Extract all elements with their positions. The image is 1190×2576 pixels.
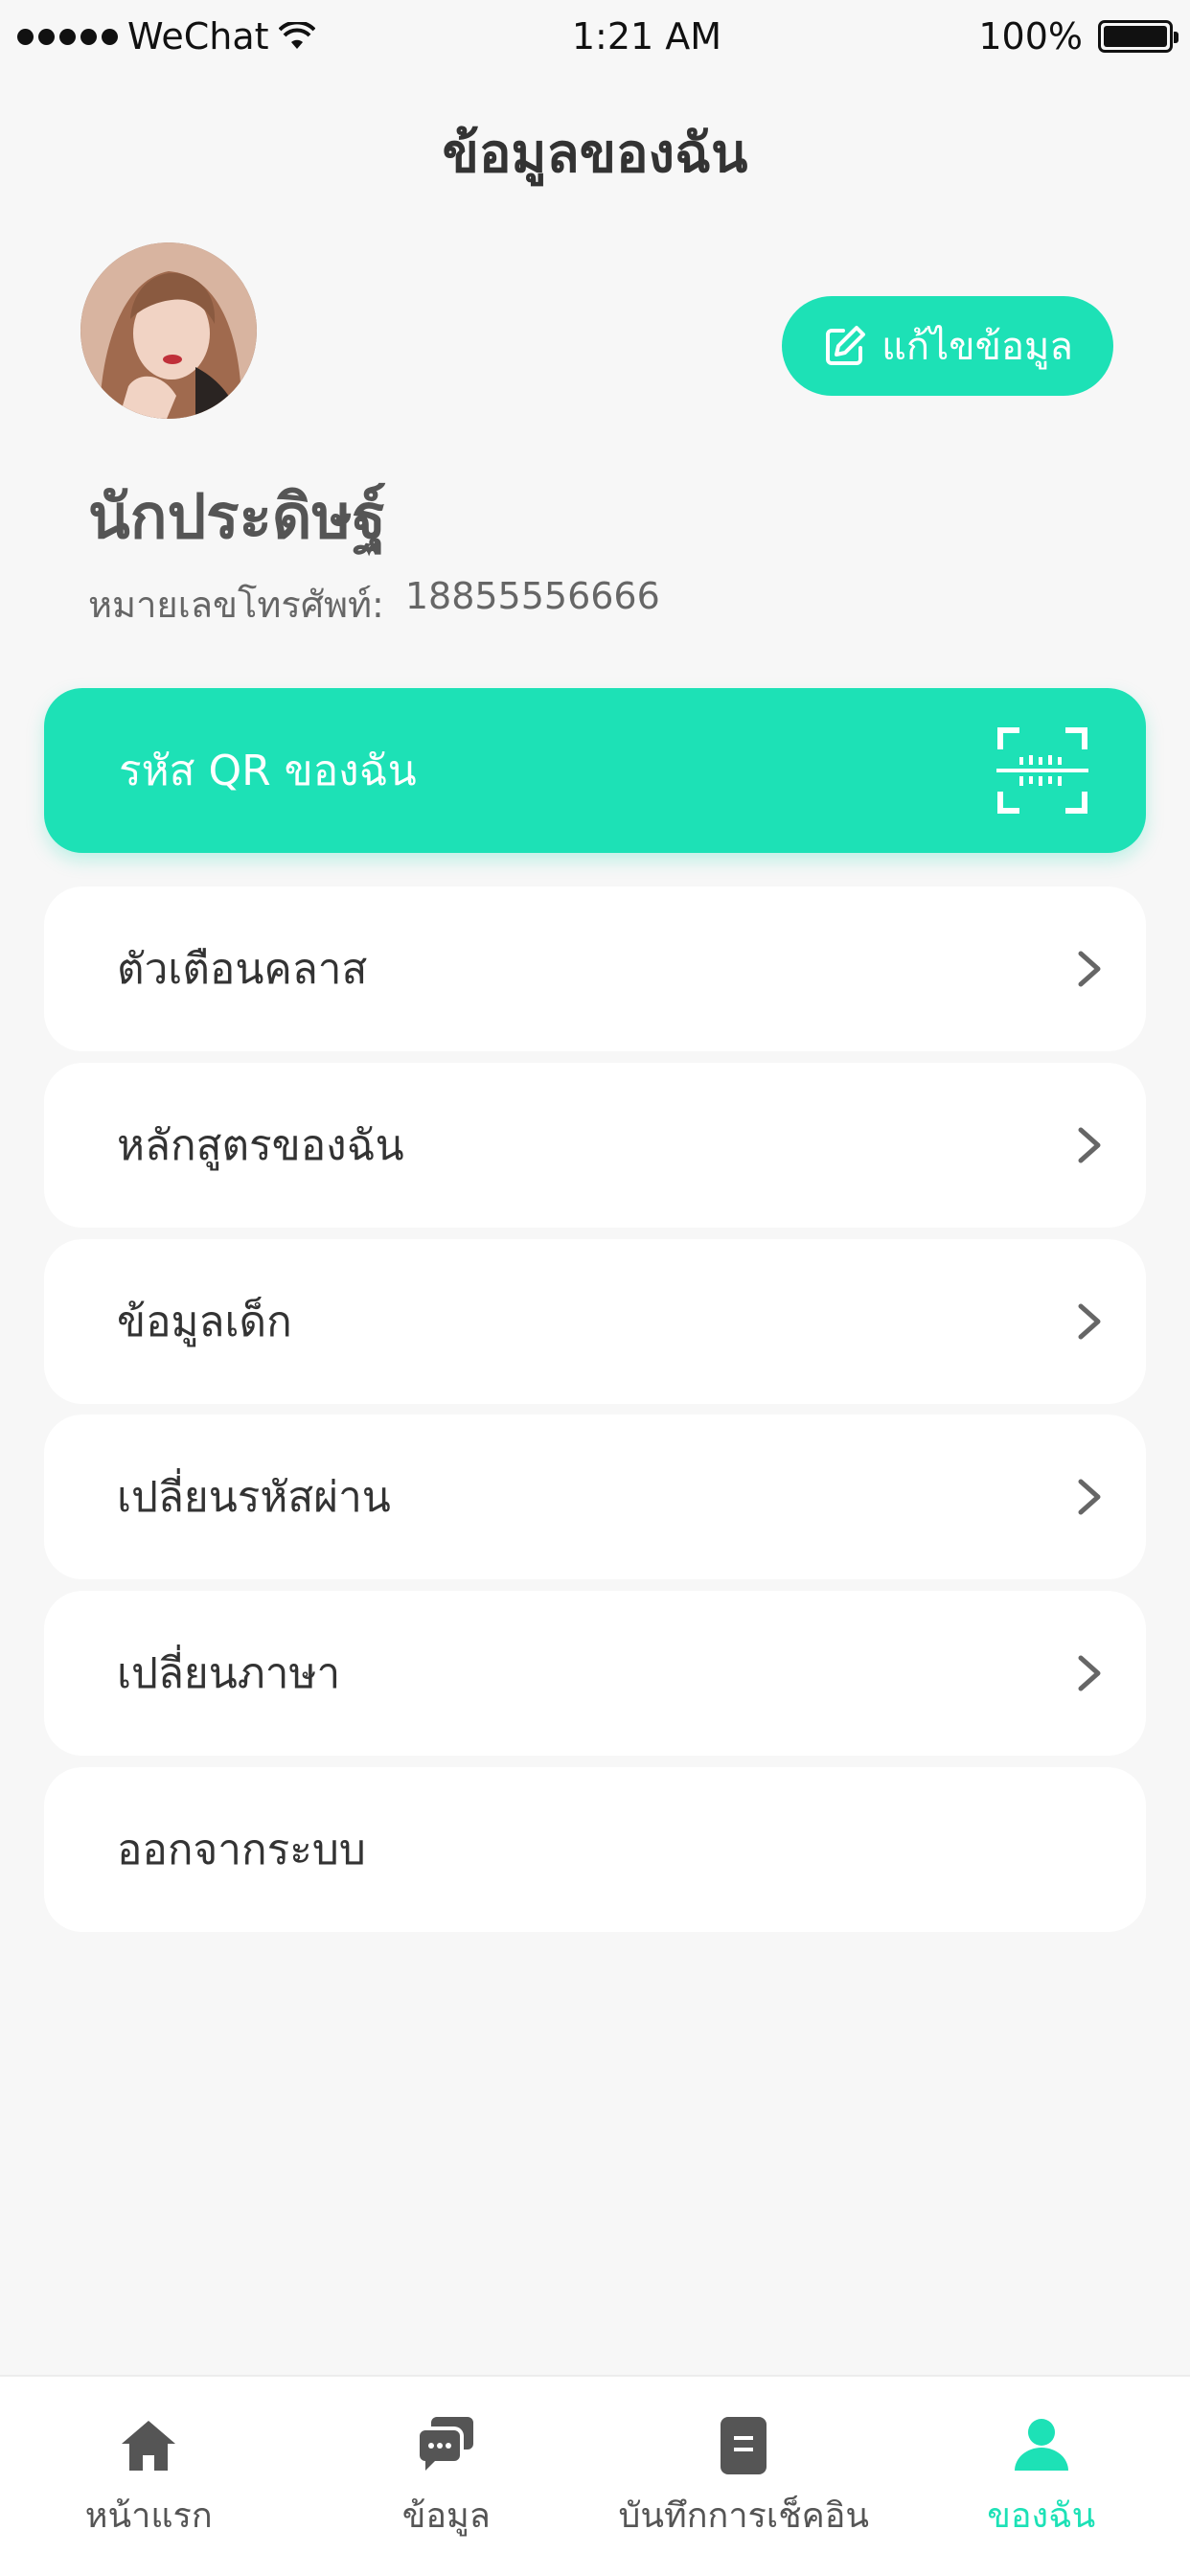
tab-label: ข้อมูล — [401, 2496, 491, 2536]
chevron-right-icon — [1078, 951, 1101, 987]
edit-icon — [826, 326, 866, 365]
avatar-photo-icon — [80, 242, 257, 419]
chat-icon — [419, 2417, 473, 2471]
profile-page: WeChat 1:21 AM 100% ข้อมูลของฉัน แก้ไขข้… — [0, 0, 1190, 2576]
tab-label: บันทึกการเช็คอิน — [618, 2496, 869, 2536]
document-icon — [721, 2417, 767, 2474]
edit-profile-label: แก้ไขข้อมูล — [881, 325, 1073, 369]
wifi-icon — [278, 22, 315, 49]
tab-home[interactable]: หน้าแรก — [0, 2377, 298, 2576]
menu-item-child-info[interactable]: ข้อมูลเด็ก — [44, 1239, 1146, 1404]
page-title: ข้อมูลของฉัน — [442, 123, 748, 185]
menu-item-logout[interactable]: ออกจากระบบ — [44, 1767, 1146, 1932]
menu-item-label: ออกจากระบบ — [117, 1826, 366, 1874]
battery-percent: 100% — [978, 15, 1083, 58]
phone-row: หมายเลขโทรศัพท์: 18855556666 — [88, 575, 660, 633]
home-icon — [122, 2421, 176, 2471]
chevron-right-icon — [1078, 1479, 1101, 1515]
menu-item-change-password[interactable]: เปลี่ยนรหัสผ่าน — [44, 1414, 1146, 1579]
menu-item-label: เปลี่ยนภาษา — [117, 1649, 341, 1698]
tab-info[interactable]: ข้อมูล — [298, 2377, 596, 2576]
menu-item-label: เปลี่ยนรหัสผ่าน — [117, 1473, 391, 1522]
status-time: 1:21 AM — [571, 15, 722, 58]
user-icon — [1014, 2419, 1068, 2471]
chevron-right-icon — [1078, 1655, 1101, 1691]
status-left: WeChat — [17, 15, 315, 58]
edit-profile-button[interactable]: แก้ไขข้อมูล — [782, 296, 1113, 396]
my-qr-code-button[interactable]: รหัส QR ของฉัน — [44, 688, 1146, 853]
carrier-name: WeChat — [127, 15, 269, 58]
status-right: 100% — [978, 15, 1179, 58]
avatar[interactable] — [80, 242, 257, 419]
menu-item-my-courses[interactable]: หลักสูตรของฉัน — [44, 1063, 1146, 1228]
menu-item-label: ข้อมูลเด็ก — [117, 1298, 292, 1346]
menu-item-change-language[interactable]: เปลี่ยนภาษา — [44, 1591, 1146, 1756]
tab-label: ของฉัน — [987, 2496, 1096, 2536]
tab-label: หน้าแรก — [84, 2496, 213, 2536]
qr-scan-icon — [996, 727, 1088, 814]
menu-item-label: ตัวเตือนคลาส — [117, 945, 368, 994]
user-name: นักประดิษฐ์ — [88, 482, 386, 553]
tab-bar: หน้าแรก ข้อมูล บันทึกการเช็คอิน ของฉัน — [0, 2375, 1190, 2576]
tab-checkin-records[interactable]: บันทึกการเช็คอิน — [595, 2377, 893, 2576]
phone-label: หมายเลขโทรศัพท์: — [88, 584, 384, 626]
qr-code-label: รหัส QR ของฉัน — [119, 747, 417, 795]
menu-item-class-reminder[interactable]: ตัวเตือนคลาส — [44, 886, 1146, 1051]
phone-value: 18855556666 — [404, 575, 660, 617]
status-bar: WeChat 1:21 AM 100% — [0, 0, 1190, 73]
tab-my-profile[interactable]: ของฉัน — [893, 2377, 1190, 2576]
chevron-right-icon — [1078, 1303, 1101, 1340]
signal-strength-icon — [17, 28, 118, 45]
chevron-right-icon — [1078, 1127, 1101, 1163]
battery-icon — [1098, 20, 1179, 53]
menu-item-label: หลักสูตรของฉัน — [117, 1121, 404, 1170]
